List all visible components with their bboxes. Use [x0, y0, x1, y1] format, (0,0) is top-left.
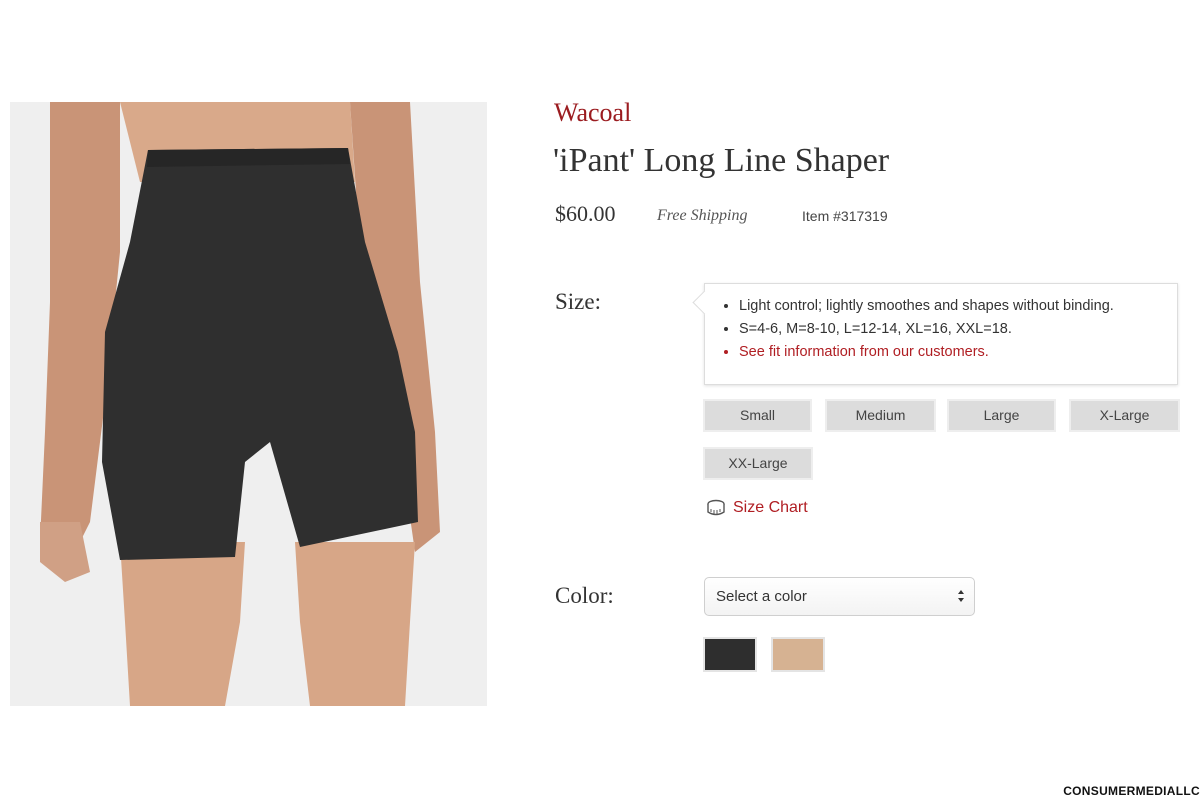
size-info-list: Light control; lightly smoothes and shap…: [705, 284, 1177, 360]
shipping-note: Free Shipping: [657, 207, 748, 224]
size-chart-label: Size Chart: [733, 499, 808, 516]
color-select[interactable]: Select a color: [704, 577, 975, 616]
size-option-medium[interactable]: Medium: [825, 399, 936, 432]
size-info-item: S=4-6, M=8-10, L=12-14, XL=16, XXL=18.: [739, 321, 1177, 337]
size-option-large[interactable]: Large: [947, 399, 1056, 432]
color-select-value: Select a color: [716, 588, 807, 605]
color-swatch-nude[interactable]: [771, 637, 825, 672]
watermark-text: CONSUMERMEDIALLC: [1063, 784, 1200, 798]
color-swatch-black[interactable]: [703, 637, 757, 672]
size-info-item: Light control; lightly smoothes and shap…: [739, 298, 1177, 314]
select-arrows-icon: [958, 590, 964, 602]
size-option-small[interactable]: Small: [703, 399, 812, 432]
brand-name[interactable]: Wacoal: [554, 98, 631, 128]
product-image[interactable]: [10, 102, 487, 706]
product-photo: [10, 102, 487, 706]
product-price: $60.00: [555, 201, 616, 226]
size-chart-link[interactable]: Size Chart: [706, 498, 808, 518]
size-label: Size:: [555, 289, 601, 314]
item-number: Item #317319: [802, 208, 888, 224]
size-info-tooltip: Light control; lightly smoothes and shap…: [704, 283, 1178, 385]
size-option-xx-large[interactable]: XX-Large: [703, 447, 813, 480]
color-label: Color:: [555, 583, 614, 608]
tape-measure-icon: [707, 499, 725, 516]
fit-info-link[interactable]: See fit information from our customers.: [739, 344, 1177, 360]
size-option-x-large[interactable]: X-Large: [1069, 399, 1180, 432]
product-title: 'iPant' Long Line Shaper: [553, 142, 890, 179]
